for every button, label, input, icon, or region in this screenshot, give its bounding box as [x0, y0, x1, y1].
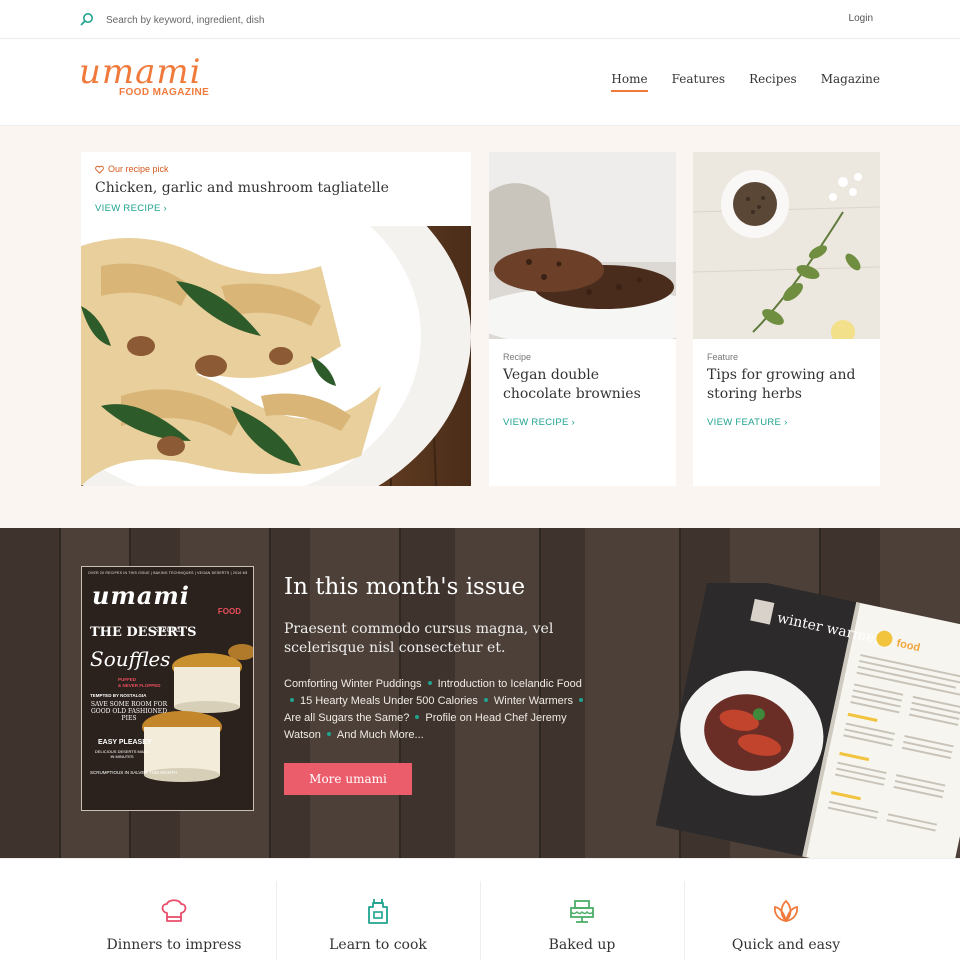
nav-home[interactable]: Home: [611, 72, 648, 92]
category-label: Quick and easy: [731, 937, 841, 953]
cake-icon: [570, 900, 594, 923]
top-bar: Login: [0, 0, 960, 39]
topic-item: Introduction to Icelandic Food: [437, 678, 582, 690]
category-label: Dinners to impress: [106, 937, 242, 953]
issue-heading: In this month's issue: [284, 574, 526, 600]
topic-item: Winter Warmers: [493, 695, 573, 707]
cover-tempted-label: TEMPTED BY NOSTALGIA: [90, 693, 147, 698]
logo[interactable]: umami FOOD MAGAZINE: [79, 52, 229, 103]
view-feature-label: VIEW FEATURE: [707, 417, 782, 428]
main-nav: Home Features Recipes Magazine: [587, 72, 880, 92]
view-recipe-label: VIEW RECIPE: [95, 203, 161, 214]
issue-topics: Comforting Winter Puddings Introduction t…: [284, 676, 589, 744]
bullet-dot: [326, 732, 331, 736]
view-recipe-link[interactable]: VIEW RECIPE ›: [95, 203, 167, 214]
nav-features[interactable]: Features: [672, 72, 725, 92]
cover-logo: umami: [92, 581, 190, 610]
card-title[interactable]: Vegan double chocolate brownies: [503, 366, 668, 404]
brownies-image[interactable]: [489, 152, 676, 339]
login-link[interactable]: Login: [849, 13, 873, 24]
category-baked[interactable]: Baked up: [480, 881, 684, 960]
topic-item: 15 Hearty Meals Under 500 Calories: [300, 695, 478, 707]
apron-icon: [368, 899, 388, 924]
heart-icon: [95, 165, 104, 174]
magazine-spread-image: winter warmers food: [655, 583, 960, 858]
bullet-dot: [578, 698, 583, 702]
bullet-dot: [290, 698, 294, 702]
card-kicker: Feature: [707, 352, 739, 362]
brownies-card[interactable]: Recipe Vegan double chocolate brownies V…: [489, 152, 676, 486]
site-header: umami FOOD MAGAZINE Home Features Recipe…: [0, 39, 960, 126]
cover-scrumptious-text: SCRUMPTIOUS IN SALVER THIS MONTH: [90, 770, 177, 775]
topic-item: Are all Sugars the Same?: [284, 712, 410, 724]
category-learn[interactable]: Learn to cook: [276, 881, 480, 960]
search-icon[interactable]: [80, 12, 94, 26]
category-label: Learn to cook: [329, 937, 427, 953]
herbs-image[interactable]: [693, 152, 880, 339]
category-quick[interactable]: Quick and easy: [684, 881, 888, 960]
recipe-pick-badge: Our recipe pick: [95, 164, 169, 174]
featured-recipe-card[interactable]: Our recipe pick Chicken, garlic and mush…: [81, 152, 471, 486]
category-dinners[interactable]: Dinners to impress: [72, 881, 276, 960]
cover-save-text: SAVE SOME ROOM FOR GOOD OLD FASHIONED PI…: [90, 701, 168, 722]
lotus-icon: [773, 899, 799, 923]
magazine-cover[interactable]: OVER 20 RECIPES IN THIS ISSUE | BAKING T…: [81, 566, 254, 811]
featured-recipe-title[interactable]: Chicken, garlic and mushroom tagliatelle: [95, 180, 389, 196]
bullet-dot: [483, 698, 488, 702]
cover-food-label: FOOD: [217, 607, 241, 616]
category-row: Dinners to impress Learn to cook Baked u…: [0, 858, 960, 960]
cover-souffles-heading: Souffles: [90, 647, 171, 671]
cover-special-label: SPECIAL: [154, 627, 182, 634]
cover-puffed-label: PUFFED & NEVER FLOPPED: [118, 677, 161, 688]
logo-wordmark: umami: [79, 52, 202, 92]
cover-delicious-text: DELICIOUS DESERTS MADE IN MINUTES: [94, 749, 150, 759]
featured-section: Our recipe pick Chicken, garlic and mush…: [0, 126, 960, 528]
cover-easy-label: EASY PLEASEY: [98, 739, 152, 746]
nav-magazine[interactable]: Magazine: [821, 72, 880, 92]
tagliatelle-image[interactable]: [81, 226, 471, 486]
herbs-card[interactable]: Feature Tips for growing and storing her…: [693, 152, 880, 486]
card-kicker: Recipe: [503, 352, 532, 362]
topic-item: Comforting Winter Puddings: [284, 678, 422, 690]
issue-subtitle: Praesent commodo cursus magna, vel scele…: [284, 621, 554, 656]
cover-top-lines: OVER 20 RECIPES IN THIS ISSUE | BAKING T…: [88, 571, 247, 575]
logo-tagline: FOOD MAGAZINE: [119, 87, 210, 98]
bullet-dot: [415, 715, 420, 719]
chef-hat-icon: [161, 899, 187, 922]
card-title[interactable]: Tips for growing and storing herbs: [707, 366, 872, 404]
category-label: Baked up: [548, 937, 616, 953]
view-feature-link[interactable]: VIEW FEATURE ›: [707, 417, 788, 428]
nav-recipes[interactable]: Recipes: [749, 72, 797, 92]
recipe-pick-label: Our recipe pick: [108, 164, 169, 174]
search-input[interactable]: [100, 9, 400, 31]
more-umami-button[interactable]: More umami: [284, 763, 412, 795]
view-recipe-label: VIEW RECIPE: [503, 417, 569, 428]
view-recipe-link[interactable]: VIEW RECIPE ›: [503, 417, 575, 428]
topic-item: And Much More...: [336, 729, 424, 741]
magazine-issue-section: OVER 20 RECIPES IN THIS ISSUE | BAKING T…: [0, 528, 960, 858]
bullet-dot: [427, 681, 432, 685]
